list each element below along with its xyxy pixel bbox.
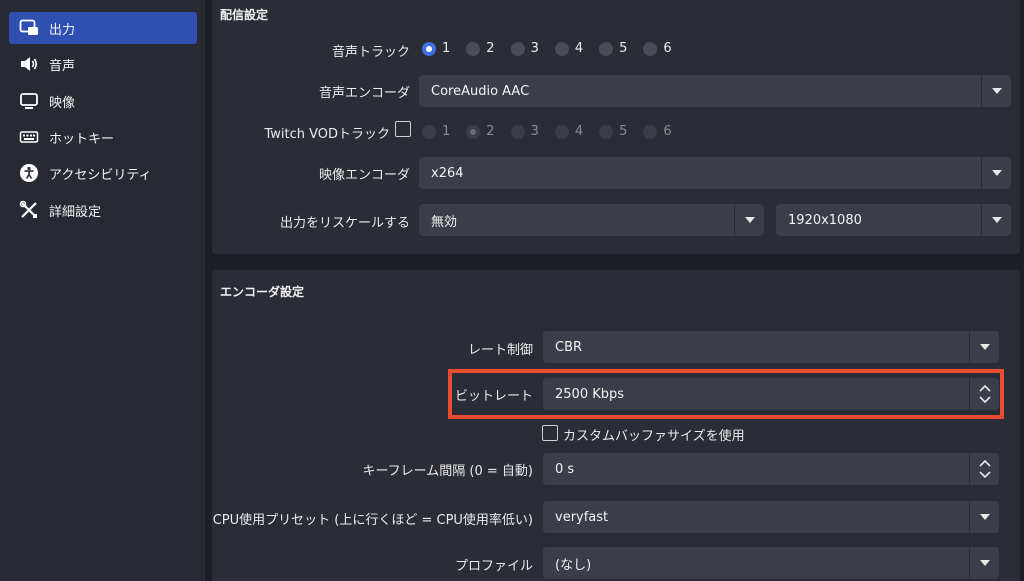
radio-label: 5: [619, 124, 628, 139]
keyframe-interval-label: キーフレーム間隔 (0 = 自動): [362, 464, 533, 479]
select-value: CBR: [555, 339, 583, 355]
radio-label: 6: [663, 41, 672, 56]
chevron-down-icon: [981, 204, 1011, 236]
sidebar-item-advanced[interactable]: 詳細設定: [9, 194, 197, 226]
twitch-vod-radio-group: 1 2 3 4 5 6: [422, 124, 688, 139]
sidebar-item-label: 出力: [49, 22, 76, 38]
radio-label: 4: [574, 41, 584, 56]
twitch-vod-radio-5[interactable]: 5: [599, 124, 627, 139]
cpu-preset-select[interactable]: veryfast: [543, 501, 999, 533]
twitch-vod-checkbox[interactable]: [395, 121, 411, 137]
radio-dot: [599, 124, 614, 139]
keyframe-interval-spinbox[interactable]: 0 s: [543, 453, 999, 485]
radio-dot: [510, 124, 525, 139]
rate-control-select[interactable]: CBR: [543, 331, 999, 363]
audio-encoder-label: 音声エンコーダ: [318, 86, 410, 101]
sidebar-item-video[interactable]: 映像: [9, 85, 197, 117]
twitch-vod-label: Twitch VODトラック: [264, 127, 390, 142]
accessibility-icon: [18, 162, 40, 184]
radio-dot: [422, 41, 436, 56]
video-encoder-label: 映像エンコーダ: [318, 168, 410, 183]
sidebar-item-label: 音声: [49, 58, 76, 74]
monitor-output-icon: [18, 17, 40, 39]
chevron-down-icon[interactable]: [978, 471, 991, 479]
chevron-down-icon: [969, 547, 999, 579]
audio-track-radio-4[interactable]: 4: [554, 41, 584, 56]
audio-track-label: 音声トラック: [331, 45, 410, 60]
radio-dot: [554, 124, 569, 139]
keyboard-icon: [18, 126, 40, 148]
radio-dot: [554, 41, 569, 56]
select-value: 無効: [431, 214, 458, 230]
select-value: 1920x1080: [788, 212, 862, 228]
sidebar-item-output[interactable]: 出力: [9, 12, 197, 44]
radio-label: 2: [486, 41, 495, 56]
twitch-vod-radio-3[interactable]: 3: [510, 124, 539, 139]
radio-label: 2: [486, 124, 495, 139]
video-encoder-select[interactable]: x264: [419, 157, 1011, 189]
custom-buffer-label: カスタムバッファサイズを使用: [563, 429, 745, 444]
sidebar-item-audio[interactable]: 音声: [9, 48, 197, 80]
radio-label: 3: [530, 124, 539, 139]
sidebar-item-label: 映像: [49, 95, 76, 111]
sidebar-item-label: 詳細設定: [49, 204, 102, 220]
panel-title: 配信設定: [220, 8, 269, 22]
chevron-down-icon: [734, 204, 764, 236]
radio-label: 3: [530, 41, 539, 56]
audio-track-radio-5[interactable]: 5: [599, 41, 627, 56]
radio-label: 6: [663, 124, 672, 139]
chevron-up-icon[interactable]: [978, 459, 991, 467]
radio-dot: [599, 41, 614, 56]
chevron-down-icon: [981, 75, 1011, 107]
radio-label: 1: [442, 124, 451, 139]
radio-label: 1: [442, 41, 451, 56]
sidebar-item-label: アクセシビリティ: [49, 167, 152, 183]
audio-track-radio-1[interactable]: 1: [422, 41, 450, 56]
twitch-vod-radio-4[interactable]: 4: [554, 124, 584, 139]
resolution-select[interactable]: 1920x1080: [776, 204, 1011, 236]
sidebar-item-accessibility[interactable]: アクセシビリティ: [9, 157, 197, 189]
custom-buffer-checkbox[interactable]: [542, 425, 558, 441]
panel-title: エンコーダ設定: [220, 285, 305, 299]
sidebar-item-hotkeys[interactable]: ホットキー: [9, 121, 197, 153]
highlight-frame: [448, 369, 1004, 419]
audio-track-radio-2[interactable]: 2: [466, 41, 495, 56]
audio-encoder-select[interactable]: CoreAudio AAC: [419, 75, 1011, 107]
speaker-icon: [18, 53, 40, 75]
select-value: (なし): [555, 557, 592, 573]
twitch-vod-radio-1[interactable]: 1: [422, 124, 450, 139]
sidebar-item-label: ホットキー: [49, 131, 115, 147]
rescale-select[interactable]: 無効: [419, 204, 764, 236]
cpu-preset-label: CPU使用プリセット (上に行くほど = CPU使用率低い): [212, 513, 533, 528]
radio-dot: [643, 41, 658, 56]
audio-track-radio-group: 1 2 3 4 5 6: [422, 41, 688, 56]
select-value: x264: [431, 165, 464, 181]
wrench-screwdriver-icon: [18, 199, 40, 221]
settings-sidebar: 出力 音声 映像 ホットキー アクセシビリティ 詳細設定: [0, 0, 205, 581]
chevron-down-icon: [969, 331, 999, 363]
chevron-down-icon: [981, 157, 1011, 189]
select-value: CoreAudio AAC: [431, 83, 530, 99]
chevron-down-icon: [969, 501, 999, 533]
radio-label: 5: [619, 41, 628, 56]
twitch-vod-radio-2[interactable]: 2: [466, 124, 495, 139]
radio-dot: [422, 124, 436, 139]
radio-dot: [510, 41, 525, 56]
rate-control-label: レート制御: [467, 343, 533, 358]
spinbox-stepper[interactable]: [969, 453, 999, 485]
profile-select[interactable]: (なし): [543, 547, 999, 579]
twitch-vod-radio-6[interactable]: 6: [643, 124, 672, 139]
radio-dot: [466, 124, 481, 139]
select-value: veryfast: [555, 509, 609, 525]
audio-track-radio-6[interactable]: 6: [643, 41, 672, 56]
rescale-label: 出力をリスケールする: [279, 216, 410, 231]
radio-label: 4: [574, 124, 584, 139]
display-icon: [18, 90, 40, 112]
audio-track-radio-3[interactable]: 3: [510, 41, 539, 56]
radio-dot: [466, 41, 481, 56]
spinbox-value: 0 s: [555, 461, 575, 477]
profile-label: プロファイル: [454, 559, 533, 574]
radio-dot: [643, 124, 658, 139]
